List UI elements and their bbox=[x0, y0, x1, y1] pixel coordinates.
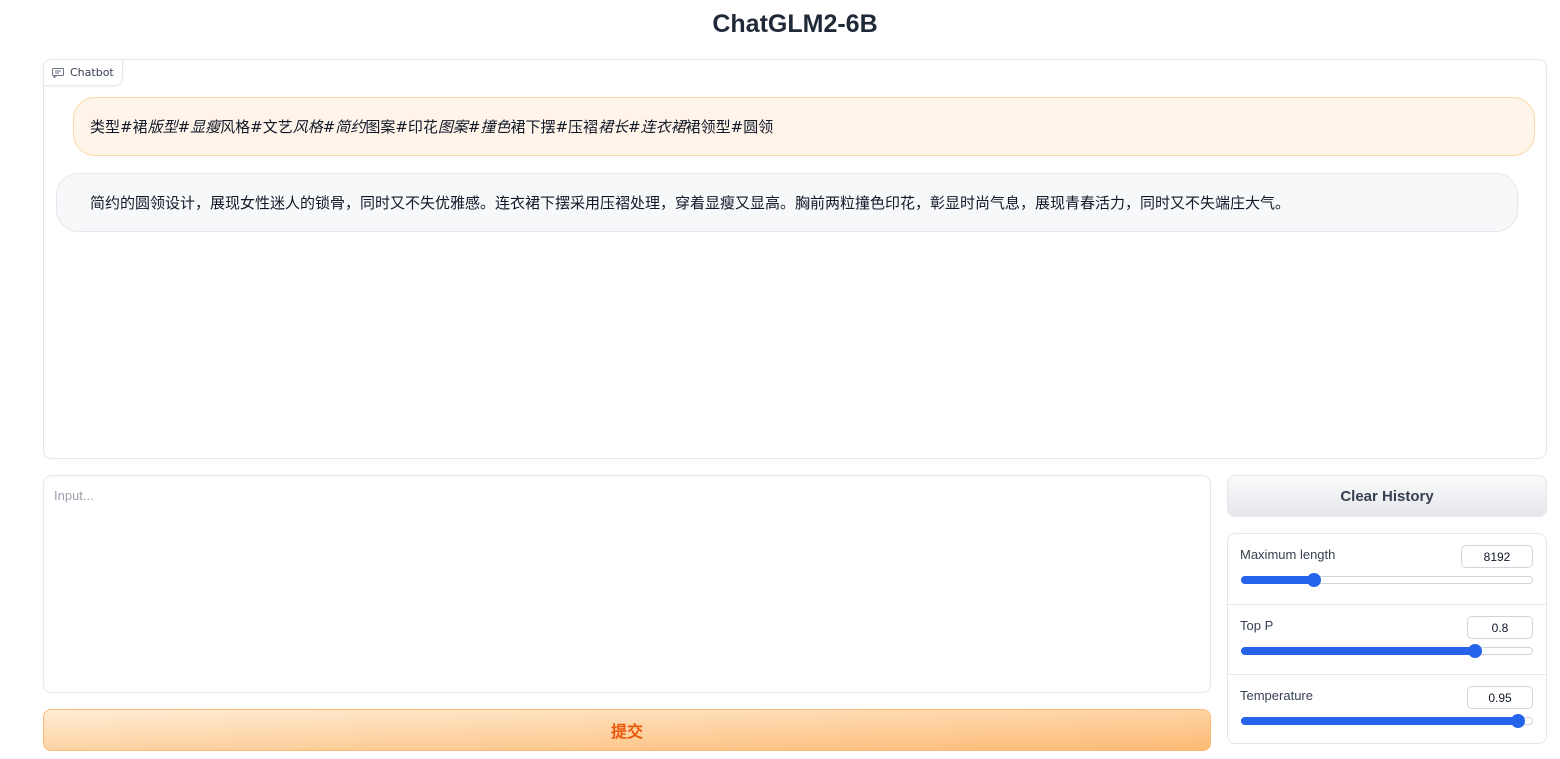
user-message-segment: 裙下摆#压褶 bbox=[510, 118, 599, 136]
param-label: Temperature bbox=[1240, 688, 1313, 703]
temperature-number-input[interactable] bbox=[1467, 686, 1533, 709]
user-message-bubble: 类型#裙版型#显瘦风格#文艺风格#简约图案#印花图案#撞色裙下摆#压褶裙长#连衣… bbox=[73, 97, 1535, 156]
slider-thumb[interactable] bbox=[1467, 644, 1482, 658]
bot-message-bubble: 简约的圆领设计，展现女性迷人的锁骨，同时又不失优雅感。连衣裙下摆采用压褶处理，穿… bbox=[56, 173, 1518, 232]
param-label: Maximum length bbox=[1240, 547, 1336, 562]
slider-thumb[interactable] bbox=[1511, 714, 1526, 728]
max-length-number-input[interactable] bbox=[1461, 545, 1533, 568]
temperature-slider[interactable] bbox=[1241, 714, 1533, 728]
slider-thumb[interactable] bbox=[1307, 573, 1321, 587]
param-label: Top P bbox=[1240, 618, 1274, 633]
message-input[interactable] bbox=[44, 476, 1210, 692]
clear-history-button[interactable]: Clear History bbox=[1227, 475, 1547, 517]
user-message-segment: 风格#简约 bbox=[292, 118, 366, 136]
input-box bbox=[43, 475, 1211, 693]
chatbot-panel: Chatbot 类型#裙版型#显瘦风格#文艺风格#简约图案#印花图案#撞色裙下摆… bbox=[43, 59, 1547, 459]
user-message-segment: 风格#文艺 bbox=[220, 118, 293, 136]
user-message-segment: 图案#撞色 bbox=[437, 118, 511, 136]
chatbot-tab-label: Chatbot bbox=[43, 59, 123, 86]
bot-message-text: 简约的圆领设计，展现女性迷人的锁骨，同时又不失优雅感。连衣裙下摆采用压褶处理，穿… bbox=[90, 194, 1291, 212]
user-message-text: 类型#裙版型#显瘦风格#文艺风格#简约图案#印花图案#撞色裙下摆#压褶裙长#连衣… bbox=[90, 116, 773, 137]
top-p-number-input[interactable] bbox=[1467, 616, 1533, 639]
top-p-slider[interactable] bbox=[1241, 644, 1533, 658]
max-length-slider[interactable] bbox=[1241, 573, 1533, 587]
chatbot-label-text: Chatbot bbox=[70, 66, 114, 79]
param-top-p: Top P bbox=[1228, 604, 1546, 674]
chat-bubble-icon bbox=[52, 67, 64, 78]
user-message-segment: 类型#裙 bbox=[90, 118, 148, 136]
user-message-segment: 版型#显瘦 bbox=[147, 118, 221, 136]
user-message-segment: 图案#印花 bbox=[365, 118, 438, 136]
submit-button[interactable]: 提交 bbox=[43, 709, 1211, 751]
user-message-segment: 裙领型#圆领 bbox=[685, 118, 774, 136]
user-message-segment: 裙长#连衣裙 bbox=[598, 118, 686, 136]
parameters-panel: Maximum length Top P Temperature bbox=[1227, 533, 1547, 744]
param-max-length: Maximum length bbox=[1228, 534, 1546, 604]
page-title: ChatGLM2-6B bbox=[712, 10, 878, 38]
param-temperature: Temperature bbox=[1228, 674, 1546, 743]
